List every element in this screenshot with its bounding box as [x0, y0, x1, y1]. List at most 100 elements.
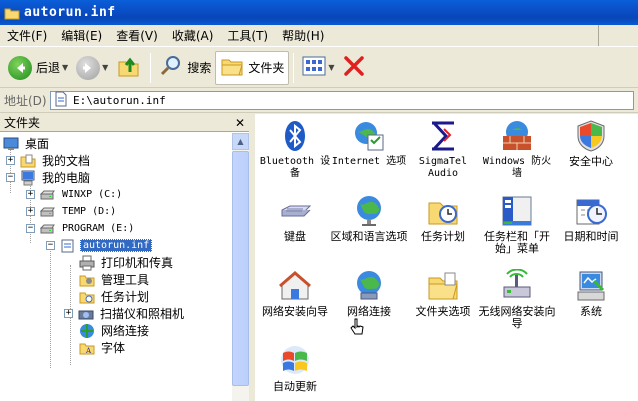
tree-label: TEMP (D:) — [62, 206, 117, 217]
desktop-icon — [3, 136, 19, 152]
tree-node-fonts[interactable]: A 字体 — [79, 339, 127, 356]
collapse-icon[interactable]: − — [26, 224, 35, 233]
menu-favorites[interactable]: 收藏(A) — [165, 25, 221, 46]
views-grid-icon — [302, 55, 326, 80]
tree-label: 打印机和传真 — [101, 256, 174, 270]
svg-text:A: A — [85, 347, 92, 355]
item-label: Bluetooth 设备 — [259, 156, 331, 179]
tree-label-selected: autorun.inf — [80, 239, 153, 252]
menu-tools[interactable]: 工具(T) — [220, 25, 275, 46]
folder-icon — [4, 5, 20, 21]
expand-icon[interactable]: + — [6, 156, 15, 165]
clock-icon — [574, 194, 608, 228]
item-label: 系统 — [580, 305, 602, 318]
folders-icon — [220, 54, 244, 81]
tree-label: 任务计划 — [101, 290, 150, 304]
delete-button[interactable] — [339, 51, 369, 85]
delete-x-icon — [343, 55, 365, 80]
tree-scrollbar[interactable]: ▲ — [232, 133, 249, 401]
item-keyboard[interactable]: 键盘 — [256, 194, 334, 243]
tree-label: WINXP (C:) — [62, 189, 123, 200]
wireless-icon — [500, 268, 534, 303]
item-taskbar-start-menu[interactable]: 任务栏和「开始」菜单 — [478, 194, 556, 255]
title-bar[interactable]: autorun.inf — [0, 0, 638, 25]
back-dropdown-icon[interactable]: ▼ — [62, 63, 68, 72]
tree-node-autorun[interactable]: − autorun.inf — [46, 237, 153, 254]
globe-icon — [352, 194, 386, 228]
item-label: 无线网络安装向导 — [478, 305, 556, 330]
close-icon[interactable]: ✕ — [235, 116, 245, 130]
forward-button[interactable]: ▼ — [72, 51, 112, 85]
forward-dropdown-icon[interactable]: ▼ — [102, 63, 108, 72]
computer-icon — [20, 170, 36, 186]
drive-icon — [39, 187, 56, 203]
item-bluetooth[interactable]: Bluetooth 设备 — [256, 119, 334, 180]
collapse-icon[interactable]: − — [6, 173, 15, 182]
views-button[interactable]: ▼ — [298, 51, 338, 85]
item-security-center[interactable]: 安全中心 — [552, 119, 630, 168]
folders-label: 文件夹 — [248, 61, 285, 75]
network-connections-icon — [352, 269, 386, 303]
views-dropdown-icon[interactable]: ▼ — [328, 63, 334, 72]
item-wireless-network-wizard[interactable]: 无线网络安装向导 — [478, 268, 556, 330]
menu-file[interactable]: 文件(F) — [0, 25, 54, 46]
item-network-connections[interactable]: 网络连接 — [330, 269, 408, 318]
search-button[interactable]: 搜索 — [155, 51, 215, 85]
tree-label: 桌面 — [25, 137, 50, 151]
keyboard-icon — [278, 194, 312, 228]
search-label: 搜索 — [187, 61, 212, 75]
item-sigmatel-audio[interactable]: SigmaTel Audio — [404, 119, 482, 180]
item-regional-language[interactable]: 区域和语言选项 — [330, 194, 408, 243]
tree-label: 我的电脑 — [42, 171, 91, 185]
tree-node-drive-c[interactable]: + WINXP (C:) — [26, 186, 124, 203]
up-folder-icon — [116, 53, 142, 82]
item-label: SigmaTel Audio — [418, 156, 468, 179]
tree-node-admin-tools[interactable]: 管理工具 — [79, 271, 151, 288]
menu-help[interactable]: 帮助(H) — [275, 25, 331, 46]
menu-edit[interactable]: 编辑(E) — [54, 25, 109, 46]
folders-button[interactable]: 文件夹 — [215, 50, 290, 85]
tree-node-scheduled-tasks[interactable]: 任务计划 — [79, 288, 151, 305]
file-icon — [53, 91, 69, 110]
tree-node-scanners[interactable]: + 扫描仪和照相机 — [64, 305, 186, 322]
item-label: 任务栏和「开始」菜单 — [484, 230, 550, 255]
item-scheduled-tasks[interactable]: 任务计划 — [404, 194, 482, 243]
tree-node-printers[interactable]: 打印机和传真 — [79, 254, 175, 271]
folders-pane-header: 文件夹 ✕ — [0, 114, 249, 132]
scroll-thumb[interactable] — [232, 151, 249, 386]
tree-node-my-documents[interactable]: + 我的文档 — [6, 152, 92, 169]
toolbar-separator — [150, 52, 152, 83]
item-automatic-updates[interactable]: 自动更新 — [256, 344, 334, 393]
tree-node-my-computer[interactable]: − 我的电脑 — [6, 169, 92, 186]
address-input[interactable]: E:\autorun.inf — [50, 91, 634, 110]
item-system[interactable]: 系统 — [552, 269, 630, 318]
windows-update-icon — [278, 344, 312, 378]
expand-icon[interactable]: + — [26, 190, 35, 199]
tree-node-drive-d[interactable]: + TEMP (D:) — [26, 203, 118, 220]
item-date-time[interactable]: 日期和时间 — [552, 194, 630, 243]
item-label: 文件夹选项 — [415, 305, 471, 318]
scroll-up-icon[interactable]: ▲ — [232, 133, 249, 150]
forward-arrow-icon — [76, 55, 101, 80]
back-button[interactable]: 后退 ▼ — [4, 51, 72, 85]
item-folder-options[interactable]: 文件夹选项 — [404, 269, 482, 318]
item-windows-firewall[interactable]: Windows 防火墙 — [478, 119, 556, 180]
up-button[interactable] — [112, 51, 146, 85]
item-internet-options[interactable]: Internet 选项 — [330, 119, 408, 168]
collapse-icon[interactable]: − — [46, 241, 55, 250]
drive-icon — [39, 204, 56, 220]
expand-icon[interactable]: + — [26, 207, 35, 216]
tree-node-desktop[interactable]: 桌面 — [3, 135, 51, 152]
scanner-camera-icon — [78, 306, 94, 322]
tree-node-drive-e[interactable]: − PROGRAM (E:) — [26, 220, 136, 237]
item-network-setup-wizard[interactable]: 网络安装向导 — [256, 269, 334, 318]
internet-options-icon — [352, 119, 386, 153]
windows-logo-area — [598, 25, 638, 46]
tree-node-network-connections[interactable]: 网络连接 — [79, 322, 151, 339]
scheduled-tasks-icon — [79, 289, 95, 305]
expand-icon[interactable]: + — [64, 309, 73, 318]
printer-icon — [79, 255, 95, 271]
folder-tree: 桌面 + 我的文档 − 我的电脑 + WINXP (C:) + TEMP (D:… — [0, 133, 234, 401]
item-label: 安全中心 — [569, 155, 613, 168]
menu-view[interactable]: 查看(V) — [109, 25, 165, 46]
